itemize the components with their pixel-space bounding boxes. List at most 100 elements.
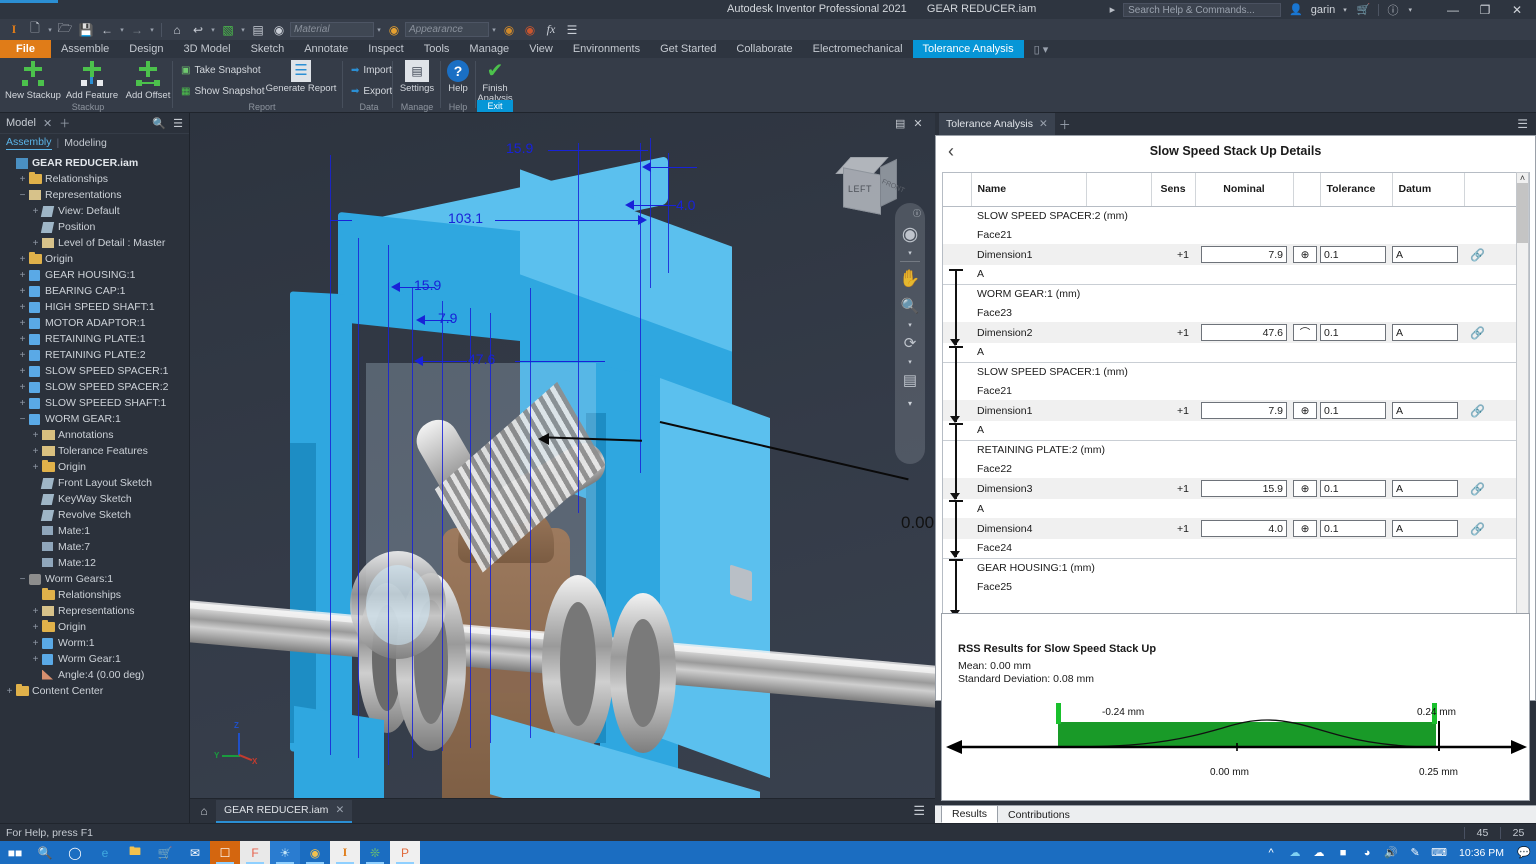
datum-input[interactable]: A <box>1392 402 1458 419</box>
tree-expand-icon[interactable]: + <box>30 622 41 633</box>
new-file-caret-icon[interactable]: ▾ <box>46 26 54 34</box>
tree-expand-icon[interactable]: + <box>17 286 28 297</box>
tab-results[interactable]: Results <box>941 805 998 823</box>
tree-item[interactable]: +Worm Gear:1 <box>4 651 189 667</box>
tree-item[interactable]: Front Layout Sketch <box>4 475 189 491</box>
cart-icon[interactable]: 🛒 <box>1355 3 1373 16</box>
navbar-customize-icon[interactable]: ▾ <box>908 399 912 408</box>
powerpoint-icon[interactable]: P <box>390 841 420 864</box>
ribbon-tab-file[interactable]: File <box>0 40 51 58</box>
viewcube[interactable]: LEFT FRONT <box>837 155 899 217</box>
browser-tab-add-icon[interactable]: ＋ <box>59 115 70 131</box>
tree-expand-icon[interactable]: + <box>17 350 28 361</box>
new-file-icon[interactable]: 🗋 <box>25 20 45 39</box>
browser-subtab-modeling[interactable]: Modeling <box>64 137 107 149</box>
tree-item[interactable]: −WORM GEAR:1 <box>4 411 189 427</box>
look-at-icon[interactable]: ▤ <box>898 368 922 392</box>
tree-item[interactable]: +BEARING CAP:1 <box>4 283 189 299</box>
table-row[interactable]: A <box>943 343 1517 362</box>
ribbon-overflow-icon[interactable]: ▯ ▾ <box>1024 40 1059 58</box>
restore-button[interactable]: ❐ <box>1472 0 1498 19</box>
ribbon-tab-sketch[interactable]: Sketch <box>241 40 295 58</box>
material-caret-icon[interactable]: ▾ <box>375 26 383 34</box>
tolerance-input[interactable]: 0.1 <box>1320 246 1386 263</box>
windows-start-icon[interactable]: ■■ <box>0 841 30 864</box>
tree-item[interactable]: +Tolerance Features <box>4 443 189 459</box>
tree-collapse-icon[interactable]: − <box>17 190 28 201</box>
navigation-bar[interactable]: ⓘ ◉ ▾ ✋ 🔍 ▾ ⟳ ▾ ▤ ▾ <box>895 203 925 464</box>
tab-contributions[interactable]: Contributions <box>998 807 1080 823</box>
appearance-sphere-icon[interactable]: ◉ <box>269 20 289 39</box>
tree-expand-icon[interactable]: + <box>17 270 28 281</box>
ribbon-tab-get-started[interactable]: Get Started <box>650 40 726 58</box>
open-file-icon[interactable]: 🗁 <box>55 20 75 39</box>
tree-item[interactable]: +Annotations <box>4 427 189 443</box>
tree-item[interactable]: Mate:7 <box>4 539 189 555</box>
tree-expand-icon[interactable]: + <box>30 446 41 457</box>
redo-caret-icon[interactable]: ▾ <box>148 26 156 34</box>
tree-expand-icon[interactable]: + <box>30 206 41 217</box>
nominal-input[interactable]: 4.0 <box>1201 520 1287 537</box>
browser-menu-icon[interactable]: ☰ <box>173 117 183 130</box>
tree-expand-icon[interactable]: + <box>17 366 28 377</box>
show-snapshot-button[interactable]: ▦ Show Snapshot <box>178 83 268 100</box>
tree-item[interactable]: Mate:1 <box>4 523 189 539</box>
redo-icon[interactable]: → <box>127 20 147 39</box>
3d-viewport[interactable]: 15.9 103.1 4.0 15.9 7.9 47.6 <box>190 113 935 823</box>
tree-expand-icon[interactable]: + <box>17 302 28 313</box>
ribbon-tab-assemble[interactable]: Assemble <box>51 40 119 58</box>
taskbar-clock[interactable]: 10:36 PM <box>1451 847 1512 859</box>
export-button[interactable]: ➡ Export <box>348 83 395 100</box>
table-row[interactable]: Face21 <box>943 225 1517 244</box>
show-hidden-icons-caret-icon[interactable]: ^ <box>1259 847 1283 859</box>
foxit-reader-icon[interactable]: F <box>240 841 270 864</box>
panel-close-icon[interactable]: ✕ <box>913 117 922 130</box>
save-icon[interactable]: 💾 <box>76 20 96 39</box>
outlook-icon[interactable]: ☐ <box>210 841 240 864</box>
material-field[interactable]: Material <box>290 22 374 37</box>
add-offset-button[interactable]: Add Offset <box>119 60 177 101</box>
tolerance-panel-menu-icon[interactable]: ☰ <box>1517 117 1528 131</box>
tolerance-analysis-tab-close-icon[interactable]: ✕ <box>1039 118 1048 130</box>
tree-item[interactable]: +MOTOR ADAPTOR:1 <box>4 315 189 331</box>
orbit-icon[interactable]: ⟳ <box>898 331 922 355</box>
link-icon[interactable]: 🔗 <box>1470 404 1485 418</box>
appearance-caret-icon[interactable]: ▾ <box>490 26 498 34</box>
back-icon[interactable]: ‹ <box>948 142 954 160</box>
taskbar-search-icon[interactable]: 🔍 <box>30 841 60 864</box>
navwheel-caret-icon[interactable]: ▾ <box>908 249 912 256</box>
user-caret-icon[interactable]: ▾ <box>1341 6 1349 14</box>
tree-expand-icon[interactable]: + <box>30 606 41 617</box>
tolerance-panel-add-tab-icon[interactable]: ＋ <box>1059 116 1071 133</box>
link-icon[interactable]: 🔗 <box>1470 326 1485 340</box>
table-row[interactable]: Face24 <box>943 539 1517 558</box>
table-row[interactable]: Face25 <box>943 577 1517 596</box>
settings-button[interactable]: ▤ Settings <box>394 60 440 94</box>
document-tab-gear-reducer[interactable]: GEAR REDUCER.iam ✕ <box>216 800 352 823</box>
tolerance-input[interactable]: 0.1 <box>1320 324 1386 341</box>
notifications-icon[interactable]: 💬 <box>1512 846 1536 859</box>
tree-item[interactable]: +Worm:1 <box>4 635 189 651</box>
onedrive-icon[interactable]: ☁ <box>1283 846 1307 859</box>
tree-item[interactable]: −Worm Gears:1 <box>4 571 189 587</box>
wifi-icon[interactable]: ◕ <box>1355 847 1379 859</box>
table-row[interactable]: Dimension2+147.6⌒0.1A🔗 <box>943 322 1517 343</box>
home-view-icon[interactable]: ⌂ <box>167 20 187 39</box>
table-row[interactable]: Dimension1+17.9⊕0.1A🔗 <box>943 400 1517 421</box>
table-row[interactable]: SLOW SPEED SPACER:2 (mm) <box>943 206 1517 225</box>
cloud-icon[interactable]: ☁ <box>1307 846 1331 859</box>
tree-expand-icon[interactable]: + <box>17 254 28 265</box>
appearance-color-icon[interactable]: ◉ <box>384 20 404 39</box>
full-navigation-wheel-icon[interactable]: ◉ <box>898 222 922 246</box>
tree-item[interactable]: +Content Center <box>4 683 189 699</box>
tree-expand-icon[interactable]: + <box>30 238 41 249</box>
browser-search-icon[interactable]: 🔍 <box>152 117 166 130</box>
dock-icon[interactable]: ▤ <box>895 117 905 130</box>
position-icon[interactable]: ⊕ <box>1293 480 1317 497</box>
ribbon-tab-environments[interactable]: Environments <box>563 40 650 58</box>
tree-item[interactable]: +SLOW SPEED SPACER:2 <box>4 379 189 395</box>
generate-report-button[interactable]: ☰ Generate Report <box>262 60 340 94</box>
help-caret-icon[interactable]: ▾ <box>1406 6 1414 14</box>
tree-item[interactable]: −Representations <box>4 187 189 203</box>
home-tab-icon[interactable]: ⌂ <box>194 800 214 822</box>
